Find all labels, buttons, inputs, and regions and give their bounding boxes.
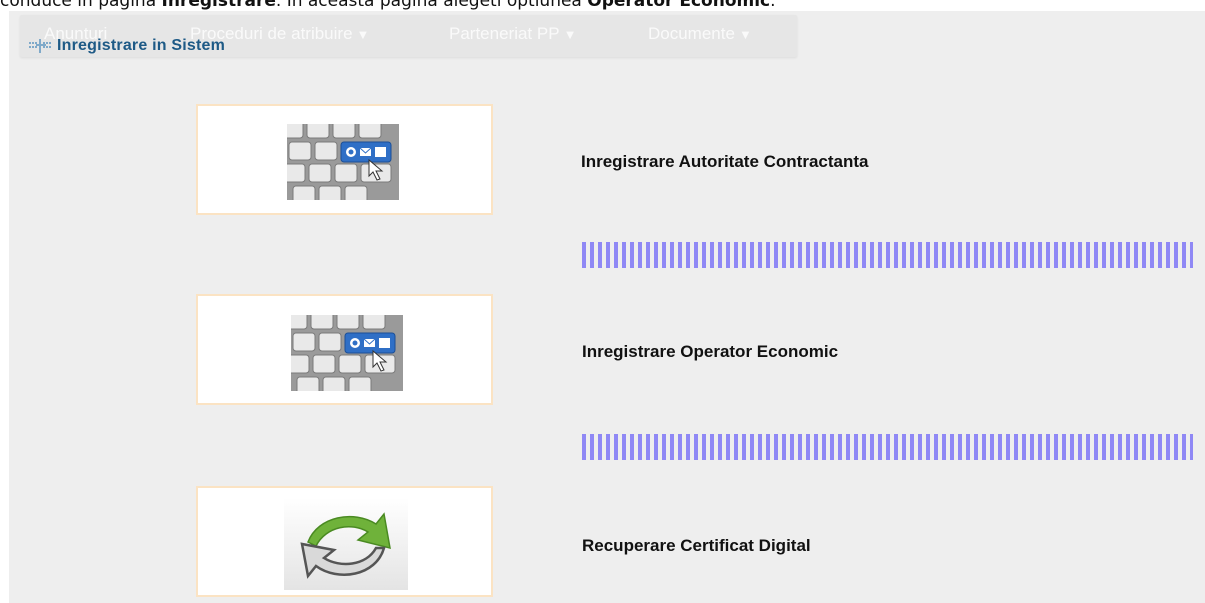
caption-text: . — [770, 0, 776, 11]
caption-bold-operator: Operator Economic — [587, 0, 771, 11]
top-navbar: Anunturi Proceduri de atribuire ▼ Partene… — [20, 15, 797, 57]
divider — [582, 242, 1193, 268]
nav-item-label: Parteneriat PP — [449, 24, 560, 43]
page-title-text: Inregistrare in Sistem — [57, 37, 226, 54]
caption-text: conduce in pagina — [0, 0, 162, 11]
dots-grid-icon — [29, 39, 51, 53]
nav-item-parteneriat[interactable]: Parteneriat PP ▼ — [449, 24, 576, 45]
chevron-down-icon: ▼ — [738, 27, 752, 42]
keyboard-email-icon — [291, 315, 403, 391]
chevron-down-icon: ▼ — [563, 27, 577, 42]
nav-item-documente[interactable]: Documente ▼ — [648, 24, 752, 45]
screenshot-area: Anunturi Proceduri de atribuire ▼ Partene… — [9, 11, 1205, 603]
option-label-certificat[interactable]: Recuperare Certificat Digital — [582, 536, 811, 556]
option-card-certificat[interactable] — [196, 486, 493, 597]
option-card-operator[interactable] — [196, 294, 493, 405]
nav-item-label: Documente — [648, 24, 735, 43]
chevron-down-icon: ▼ — [356, 27, 370, 42]
option-label-operator[interactable]: Inregistrare Operator Economic — [582, 342, 838, 362]
divider — [582, 434, 1193, 460]
page-title: Inregistrare in Sistem — [29, 36, 225, 56]
caption-bold-registration: Inregistrare — [161, 0, 276, 11]
document-caption: conduce in pagina Inregistrare. In aceas… — [0, 0, 1205, 11]
caption-text: . In aceasta pagina alegeti optiunea — [275, 0, 588, 11]
refresh-arrows-icon — [284, 498, 408, 590]
keyboard-email-icon — [287, 124, 399, 200]
option-card-autoritate[interactable] — [196, 104, 493, 215]
option-label-autoritate[interactable]: Inregistrare Autoritate Contractanta — [581, 152, 868, 172]
